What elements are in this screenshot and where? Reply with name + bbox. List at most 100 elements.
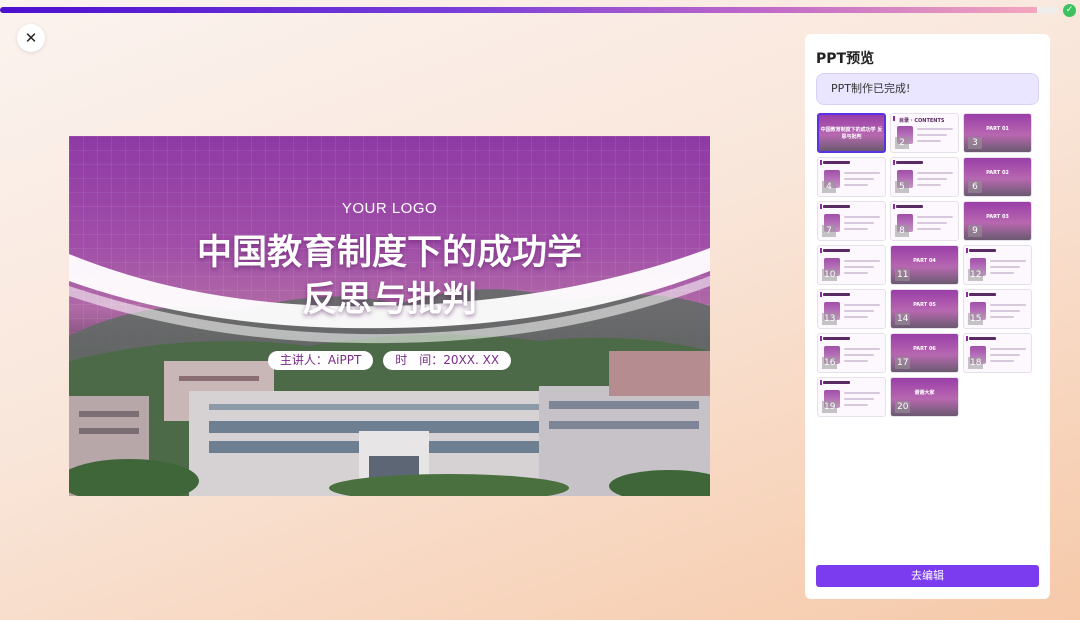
thumbnail-accent [966, 292, 968, 297]
slide-thumbnail[interactable]: 5 [890, 157, 959, 197]
thumbnail-title: 中国教育制度下的成功学 反思与批判 [820, 127, 883, 140]
thumbnail-text-line [990, 272, 1014, 274]
thumbnail-number: 3 [968, 137, 982, 149]
thumbnail-accent [893, 160, 895, 165]
edit-button[interactable]: 去编辑 [816, 565, 1039, 587]
thumbnail-number: 6 [968, 181, 982, 193]
slide-preview: YOUR LOGO 中国教育制度下的成功学 反思与批判 主讲人：AiPPT 时 … [69, 136, 710, 496]
slide-thumbnail[interactable]: 7 [817, 201, 886, 241]
thumbnail-text-line [844, 392, 880, 394]
slide-title: 中国教育制度下的成功学 反思与批判 [69, 230, 710, 324]
thumbnail-heading [823, 381, 850, 384]
slide-title-line2: 反思与批判 [301, 280, 477, 320]
thumbnail-heading [823, 337, 850, 340]
slide-title-line1: 中国教育制度下的成功学 [196, 233, 582, 273]
slide-thumbnail[interactable]: PART 01 3 [963, 113, 1032, 153]
thumbnail-accent [966, 248, 968, 253]
slide-thumbnail[interactable]: 10 [817, 245, 886, 285]
thumbnail-number: 8 [895, 225, 909, 237]
thumbnail-text-line [844, 178, 874, 180]
slide-thumbnail[interactable]: 4 [817, 157, 886, 197]
thumbnail-heading [896, 161, 923, 164]
thumbnail-grid: 中国教育制度下的成功学 反思与批判 目录 · CONTENTS 2 PART 01 3 4… [817, 113, 1037, 417]
thumbnail-text-line [990, 360, 1014, 362]
thumbnail-text-line [844, 304, 880, 306]
slide-thumbnail[interactable]: PART 03 9 [963, 201, 1032, 241]
thumbnail-heading [969, 249, 996, 252]
thumbnail-accent [820, 248, 822, 253]
thumbnail-text-line [917, 172, 953, 174]
thumbnail-accent [820, 336, 822, 341]
thumbnail-text-line [844, 316, 868, 318]
slide-thumbnail[interactable]: 中国教育制度下的成功学 反思与批判 [817, 113, 886, 153]
thumbnail-number: 19 [822, 401, 838, 413]
thumbnail-text-line [844, 260, 880, 262]
slide-thumbnail[interactable]: 19 [817, 377, 886, 417]
thumbnail-number: 4 [822, 181, 836, 193]
thumbnail-number: 7 [822, 225, 836, 237]
thumbnail-text-line [917, 140, 941, 142]
slide-thumbnail[interactable]: PART 04 11 [890, 245, 959, 285]
thumbnail-text-line [844, 354, 874, 356]
thumbnail-number: 12 [968, 269, 984, 281]
thumbnail-title: PART 03 [986, 214, 1009, 220]
thumbnail-title: PART 01 [986, 126, 1009, 132]
thumbnail-accent [820, 204, 822, 209]
thumbnail-text-line [990, 354, 1020, 356]
thumbnail-title: 目录 · CONTENTS [899, 118, 945, 124]
thumbnail-text-line [990, 266, 1020, 268]
thumbnail-number: 14 [895, 313, 911, 325]
thumbnail-number: 15 [968, 313, 984, 325]
thumbnail-text-line [844, 404, 868, 406]
slide-thumbnail[interactable]: 13 [817, 289, 886, 329]
thumbnail-heading [823, 293, 850, 296]
thumbnail-text-line [844, 222, 874, 224]
thumbnail-text-line [844, 348, 880, 350]
thumbnail-title: PART 04 [913, 258, 936, 264]
slide-thumbnail[interactable]: 18 [963, 333, 1032, 373]
thumbnail-number: 16 [822, 357, 838, 369]
panel-title: PPT预览 [816, 51, 875, 67]
thumbnail-text-line [917, 134, 947, 136]
thumbnail-heading [896, 205, 923, 208]
slide-thumbnail[interactable]: PART 05 14 [890, 289, 959, 329]
thumbnail-title: PART 05 [913, 302, 936, 308]
thumbnail-text-line [844, 216, 880, 218]
slide-logo-text: YOUR LOGO [341, 200, 438, 217]
slide-thumbnail[interactable]: PART 02 6 [963, 157, 1032, 197]
slide-thumbnail[interactable]: 15 [963, 289, 1032, 329]
thumbnail-heading [823, 205, 850, 208]
slide-thumbnail[interactable]: 谢谢大家 20 [890, 377, 959, 417]
thumbnail-accent [966, 336, 968, 341]
thumbnail-text-line [844, 272, 868, 274]
thumbnail-text-line [844, 310, 874, 312]
thumbnail-number: 5 [895, 181, 909, 193]
thumbnail-text-line [990, 316, 1014, 318]
time-pill: 时 间：20XX. XX [383, 351, 512, 370]
thumbnail-heading [969, 337, 996, 340]
thumbnail-title: PART 06 [913, 346, 936, 352]
thumbnail-text-line [917, 228, 941, 230]
thumbnail-title: PART 02 [986, 170, 1009, 176]
thumbnail-number: 11 [895, 269, 911, 281]
close-icon: ✕ [24, 29, 38, 47]
slide-thumbnail[interactable]: 目录 · CONTENTS 2 [890, 113, 959, 153]
thumbnail-text-line [990, 348, 1026, 350]
thumbnail-number: 10 [822, 269, 838, 281]
thumbnail-accent [893, 204, 895, 209]
thumbnail-title: 谢谢大家 [914, 390, 935, 396]
thumbnail-number: 18 [968, 357, 984, 369]
thumbnail-number: 13 [822, 313, 838, 325]
slide-thumbnail[interactable]: 12 [963, 245, 1032, 285]
thumbnail-text-line [990, 304, 1026, 306]
thumbnail-text-line [917, 184, 941, 186]
thumbnail-text-line [844, 228, 868, 230]
thumbnail-text-line [990, 260, 1026, 262]
thumbnail-text-line [917, 128, 953, 130]
close-button[interactable]: ✕ [17, 24, 45, 52]
slide-thumbnail[interactable]: 8 [890, 201, 959, 241]
slide-thumbnail[interactable]: 16 [817, 333, 886, 373]
slide-thumbnail[interactable]: PART 06 17 [890, 333, 959, 373]
thumbnail-text-line [844, 398, 874, 400]
slide-info-pills: 主讲人：AiPPT 时 间：20XX. XX [69, 351, 710, 370]
